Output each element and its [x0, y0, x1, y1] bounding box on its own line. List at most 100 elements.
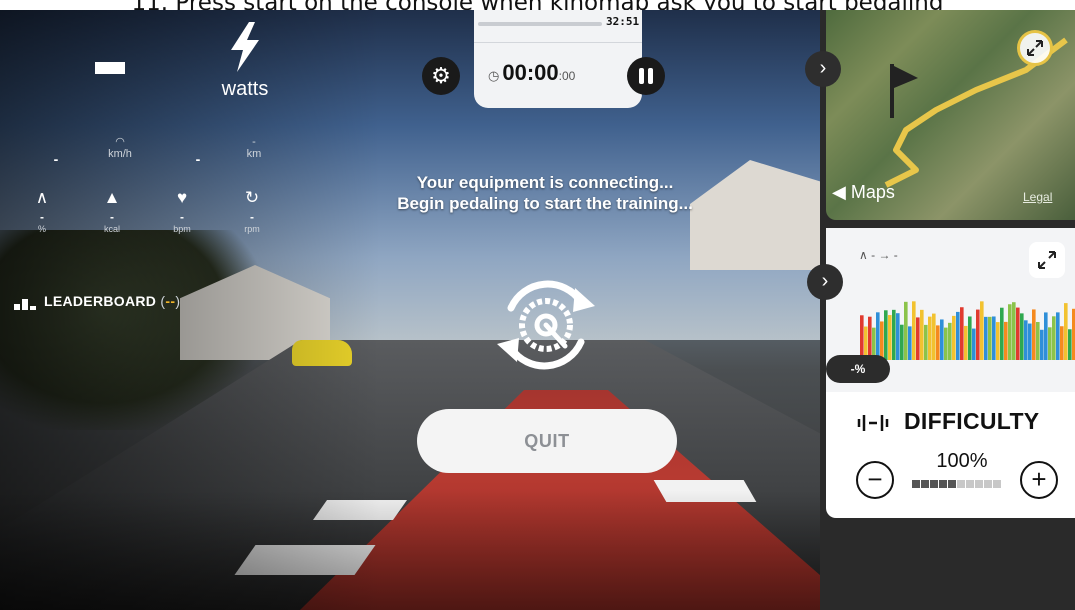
elevation-profile-chart [860, 301, 1075, 360]
maps-legal-link[interactable]: Legal [1023, 190, 1052, 204]
elapsed-ms: :00 [558, 69, 576, 83]
grade-value: - [40, 210, 44, 224]
decrease-difficulty-button[interactable]: − [856, 461, 894, 499]
speedometer-icon: ◠ [115, 136, 125, 148]
elevation-bar [924, 324, 928, 360]
leaderboard-label: LEADERBOARD [44, 293, 157, 309]
map-collapse-button[interactable]: › [805, 51, 841, 87]
elevation-bar [1068, 329, 1072, 360]
difficulty-meter-segment [993, 480, 1001, 488]
heart-rate-value: - [180, 210, 184, 224]
elevation-bar [868, 316, 872, 360]
cadence-value: - [195, 151, 201, 167]
minus-icon: − [867, 464, 883, 494]
elevation-bar [1056, 312, 1060, 360]
speed-unit-stat: ◠ km/h [90, 136, 150, 160]
difficulty-meter-segment [948, 480, 956, 488]
elevation-bar [908, 326, 912, 360]
finish-flag-icon [890, 64, 918, 118]
flame-icon: ▲ [103, 188, 121, 207]
elevation-bar [1016, 307, 1020, 360]
elevation-bar [892, 309, 896, 360]
elevation-bar [1008, 304, 1012, 360]
elevation-bar [1000, 307, 1004, 360]
elevation-bar [888, 315, 892, 360]
elevation-bar [1044, 312, 1048, 360]
rpm-stat: ↻ - rpm [232, 188, 272, 235]
speed-value: - [53, 151, 59, 167]
elevation-bar [976, 309, 980, 360]
chevron-right-icon: › [821, 270, 829, 292]
expand-icon [1027, 40, 1043, 56]
elevation-summary-text: - → - [871, 248, 898, 262]
calories-unit: kcal [103, 224, 120, 234]
elevation-bar [896, 313, 900, 360]
grade-badge: -% [826, 355, 890, 383]
rpm-unit: rpm [244, 224, 260, 234]
elevation-bar [1048, 327, 1052, 360]
difficulty-meter-segment [984, 480, 992, 488]
difficulty-meter-segment [930, 480, 938, 488]
chevron-right-icon: › [819, 57, 827, 79]
elevation-bar [940, 319, 944, 360]
elevation-bar [936, 325, 940, 360]
difficulty-value: 100% [936, 450, 988, 472]
leaderboard-toggle[interactable]: LEADERBOARD (--) [14, 293, 180, 311]
settings-button[interactable]: ⚙ [422, 57, 460, 95]
quit-button[interactable]: QUIT [417, 409, 677, 473]
elevation-bar [1032, 309, 1036, 360]
elevation-bar [1052, 316, 1056, 360]
calories-stat: ▲ - kcal [92, 188, 132, 235]
elevation-bar [960, 307, 964, 360]
elevation-summary: ∧ - → - [859, 248, 898, 262]
elevation-bar [880, 321, 884, 360]
elevation-bar [1040, 329, 1044, 360]
grade-unit: % [37, 224, 46, 234]
cadence-stat: - [168, 152, 228, 166]
elevation-bar [920, 309, 924, 360]
elevation-bar [1036, 321, 1040, 360]
elevation-expand-button[interactable] [1029, 242, 1065, 278]
gear-icon: ⚙ [431, 63, 451, 88]
elevation-bar [1024, 320, 1028, 360]
pause-button[interactable] [627, 57, 665, 95]
maps-provider-label: Maps [850, 182, 895, 202]
elevation-bar [992, 316, 996, 360]
elevation-bar [1004, 321, 1008, 360]
heart-rate-stat: ♥ - bpm [162, 188, 202, 235]
map-expand-button[interactable] [1017, 30, 1053, 66]
elevation-bar [1028, 323, 1032, 360]
difficulty-meter-segment [921, 480, 929, 488]
elevation-bar [964, 325, 968, 360]
route-progress-bar[interactable] [478, 22, 602, 26]
plus-icon: + [1031, 464, 1047, 494]
elevation-bar [1012, 302, 1016, 360]
connection-status: Your equipment is connecting... Begin pe… [360, 172, 730, 214]
increase-difficulty-button[interactable]: + [1020, 461, 1058, 499]
difficulty-icon [857, 415, 889, 431]
elevation-bar [904, 301, 908, 360]
connection-message-line2: Begin pedaling to start the training... [397, 194, 693, 213]
difficulty-meter-segment [912, 480, 920, 488]
heart-rate-unit: bpm [173, 224, 191, 234]
expand-icon [1038, 251, 1056, 269]
elevation-bar [928, 316, 932, 360]
grade-stat: ∧ - % [22, 188, 62, 235]
elevation-bar [1060, 326, 1064, 360]
elapsed-time: ◷ 00:00:00 [488, 60, 575, 86]
speed-unit: km/h [108, 148, 132, 160]
elevation-bar [980, 301, 984, 360]
elevation-bar [996, 322, 1000, 360]
elevation-collapse-button[interactable]: › [807, 264, 843, 300]
elevation-bar [968, 316, 972, 360]
sync-icon: ↻ [244, 188, 260, 207]
power-value [95, 62, 125, 74]
elevation-bar [860, 315, 864, 360]
bolt-icon [231, 22, 259, 72]
elevation-bar [916, 317, 920, 360]
distance-unit: km [246, 148, 262, 160]
elevation-bar [948, 322, 952, 360]
video-stage: watts - ◠ km/h - - km ∧ - % ▲ - kcal ♥ -… [0, 10, 1075, 610]
elevation-bar [876, 312, 880, 360]
elevation-bar [988, 316, 992, 360]
